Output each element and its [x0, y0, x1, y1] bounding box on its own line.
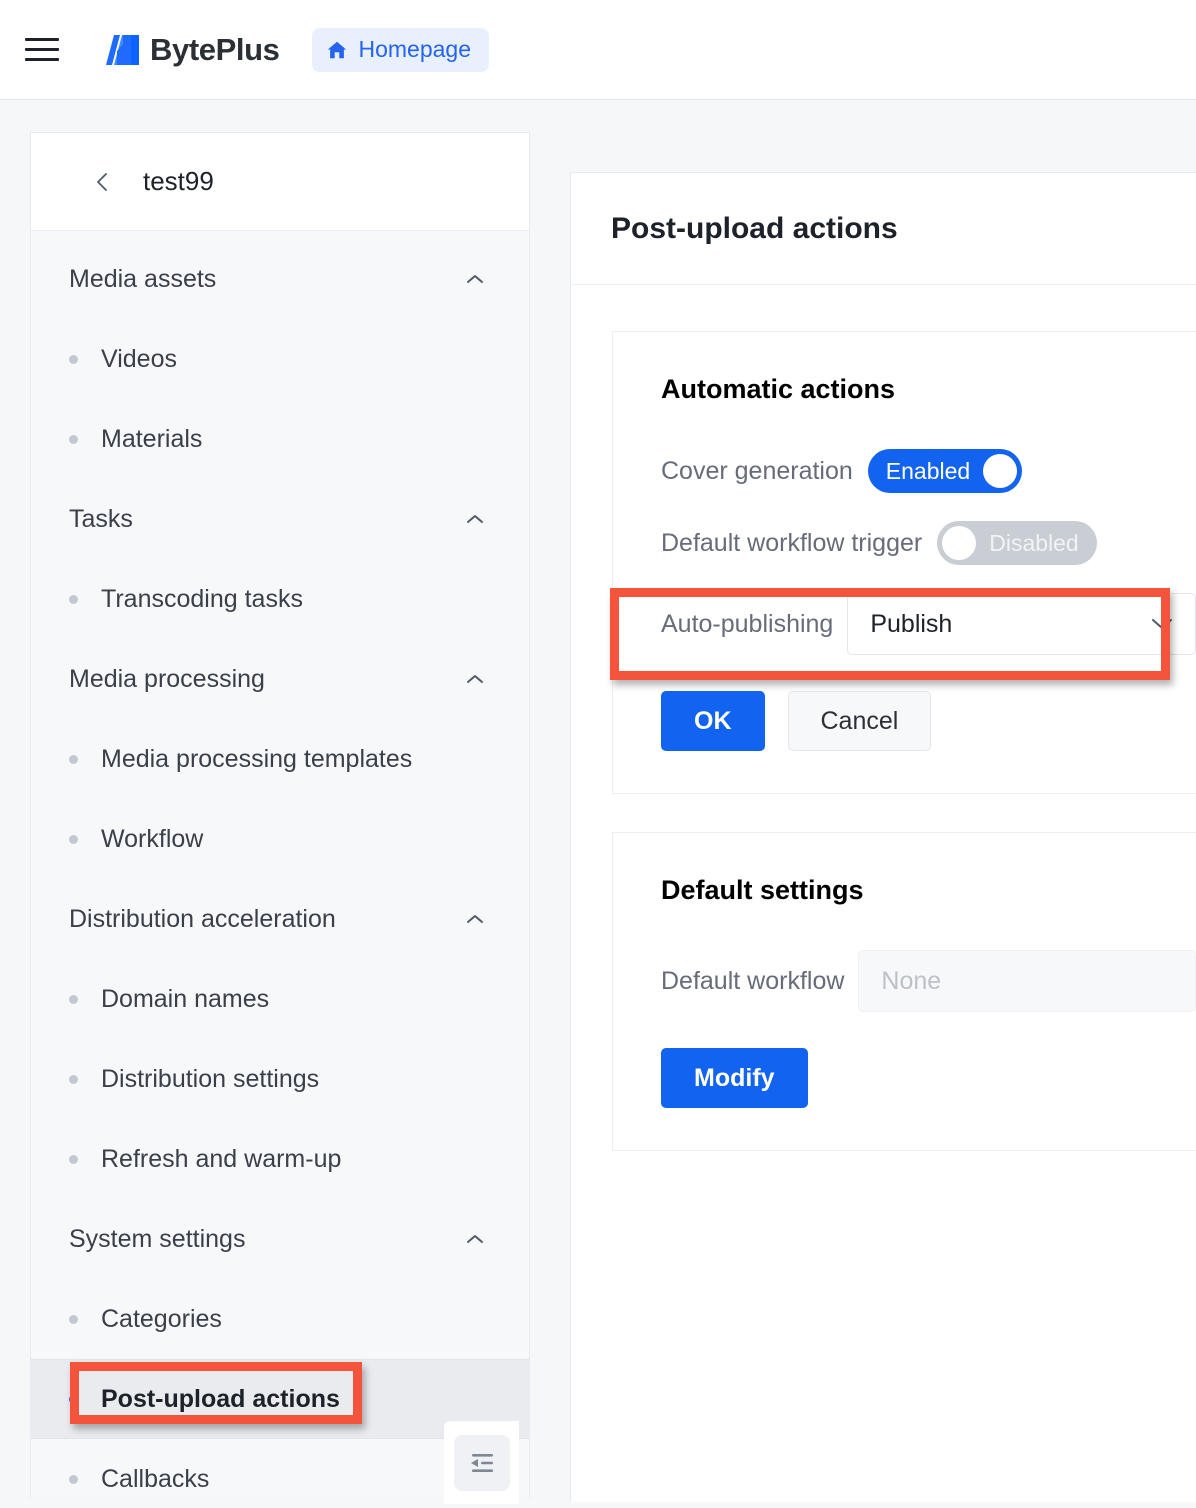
sidebar-item-videos[interactable]: Videos	[31, 319, 529, 399]
sidebar-item-label: Domain names	[101, 984, 270, 1013]
automatic-actions-title: Automatic actions	[661, 374, 896, 404]
default-workflow-placeholder: None	[881, 966, 942, 995]
sidebar-item-label: Refresh and warm-up	[101, 1144, 342, 1173]
toggle-knob	[942, 526, 977, 560]
sidebar-item-label: Callbacks	[101, 1464, 210, 1493]
project-title: test99	[143, 166, 214, 196]
sidebar-group-tasks[interactable]: Tasks	[31, 479, 529, 559]
sidebar-item-media-processing-templates[interactable]: Media processing templates	[31, 719, 529, 799]
sidebar-item-label: Distribution settings	[101, 1064, 320, 1093]
home-icon	[328, 41, 347, 58]
sidebar-group-label: Media processing	[69, 664, 265, 693]
brand[interactable]: BytePlus	[106, 31, 280, 68]
sidebar-group-system-settings[interactable]: System settings	[31, 1199, 529, 1279]
sidebar-item-label: Post-upload actions	[101, 1384, 340, 1413]
sidebar-item-label: Videos	[101, 344, 177, 373]
sidebar-group-label: Media assets	[69, 264, 217, 293]
sidebar-header: test99	[31, 133, 529, 231]
chevron-left-icon[interactable]	[91, 170, 115, 194]
chevron-up-icon	[467, 915, 483, 923]
sidebar-item-workflow[interactable]: Workflow	[31, 799, 529, 879]
chevron-up-icon	[467, 515, 483, 523]
main-header: Post-upload actions	[571, 173, 1196, 285]
sidebar-item-label: Transcoding tasks	[101, 584, 303, 613]
sidebar-item-materials[interactable]: Materials	[31, 399, 529, 479]
bullet-icon	[69, 754, 78, 764]
chevron-up-icon	[467, 675, 483, 683]
bullet-icon	[69, 1314, 78, 1324]
cover-generation-state: Enabled	[885, 457, 971, 484]
default-workflow-trigger-state: Disabled	[989, 529, 1079, 556]
cover-generation-toggle[interactable]: Enabled	[867, 449, 1023, 493]
automatic-actions-buttons: OK Cancel	[661, 691, 1196, 751]
modify-button[interactable]: Modify	[661, 1048, 808, 1108]
homepage-label: Homepage	[358, 36, 471, 62]
automatic-actions-card: Automatic actions Cover generation Enabl…	[612, 331, 1196, 794]
homepage-button[interactable]: Homepage	[312, 27, 489, 72]
page-title: Post-upload actions	[611, 211, 898, 245]
sidebar-group-label: Distribution acceleration	[69, 904, 336, 933]
default-workflow-trigger-label: Default workflow trigger	[661, 528, 923, 557]
bullet-icon	[69, 1474, 78, 1484]
sidebar-item-label: Materials	[101, 424, 203, 453]
sidebar-group-media-assets[interactable]: Media assets	[31, 239, 529, 319]
sidebar-item-categories[interactable]: Categories	[31, 1279, 529, 1359]
bullet-icon	[69, 594, 78, 604]
bullet-icon	[69, 1074, 78, 1084]
bullet-icon	[69, 354, 78, 364]
collapse-sidebar-icon	[470, 1453, 493, 1472]
sidebar-item-label: Media processing templates	[101, 744, 413, 773]
auto-publishing-select[interactable]: Publish	[847, 593, 1196, 655]
toggle-knob	[983, 454, 1018, 488]
sidebar: test99 Media assets Videos Materials Tasks T…	[30, 132, 530, 1498]
collapse-sidebar-container	[444, 1421, 519, 1504]
sidebar-item-label: Categories	[101, 1304, 222, 1333]
sidebar-item-transcoding-tasks[interactable]: Transcoding tasks	[31, 559, 529, 639]
sidebar-item-domain-names[interactable]: Domain names	[31, 959, 529, 1039]
default-workflow-label: Default workflow	[661, 966, 845, 995]
sidebar-group-distribution-acceleration[interactable]: Distribution acceleration	[31, 879, 529, 959]
collapse-sidebar-button[interactable]	[453, 1434, 510, 1491]
app-header: BytePlus Homepage	[0, 0, 1196, 100]
default-workflow-row: Default workflow None	[661, 950, 1196, 1012]
default-settings-card: Default settings Default workflow None M…	[612, 832, 1196, 1151]
cancel-button[interactable]: Cancel	[787, 691, 932, 751]
chevron-down-icon	[1152, 619, 1172, 629]
cover-generation-label: Cover generation	[661, 456, 853, 485]
sidebar-item-distribution-settings[interactable]: Distribution settings	[31, 1039, 529, 1119]
sidebar-nav: Media assets Videos Materials Tasks Transcod…	[31, 231, 529, 1498]
auto-publishing-row: Auto-publishing Publish	[661, 593, 1196, 655]
sidebar-group-label: Tasks	[69, 504, 133, 533]
bullet-icon	[69, 434, 78, 444]
default-workflow-trigger-row: Default workflow trigger Disabled	[661, 521, 1196, 565]
auto-publishing-label: Auto-publishing	[661, 609, 834, 638]
default-workflow-trigger-toggle[interactable]: Disabled	[937, 521, 1097, 565]
sidebar-group-label: System settings	[69, 1224, 246, 1253]
chevron-up-icon	[467, 1235, 483, 1243]
ok-button[interactable]: OK	[661, 691, 765, 751]
sidebar-item-refresh-and-warm-up[interactable]: Refresh and warm-up	[31, 1119, 529, 1199]
default-settings-title: Default settings	[661, 875, 864, 905]
hamburger-icon[interactable]	[20, 28, 64, 72]
chevron-up-icon	[467, 275, 483, 283]
auto-publishing-value: Publish	[870, 609, 953, 638]
bullet-icon	[69, 1154, 78, 1164]
main-panel: Post-upload actions Automatic actions Co…	[570, 172, 1196, 1502]
bullet-icon	[69, 994, 78, 1004]
sidebar-group-media-processing[interactable]: Media processing	[31, 639, 529, 719]
default-workflow-input[interactable]: None	[858, 950, 1196, 1012]
bullet-icon	[69, 1394, 78, 1404]
byteplus-logo-icon	[106, 34, 139, 65]
default-settings-buttons: Modify	[661, 1048, 1196, 1108]
bullet-icon	[69, 834, 78, 844]
sidebar-item-label: Workflow	[101, 824, 204, 853]
brand-name: BytePlus	[150, 31, 280, 67]
cover-generation-row: Cover generation Enabled	[661, 449, 1196, 493]
